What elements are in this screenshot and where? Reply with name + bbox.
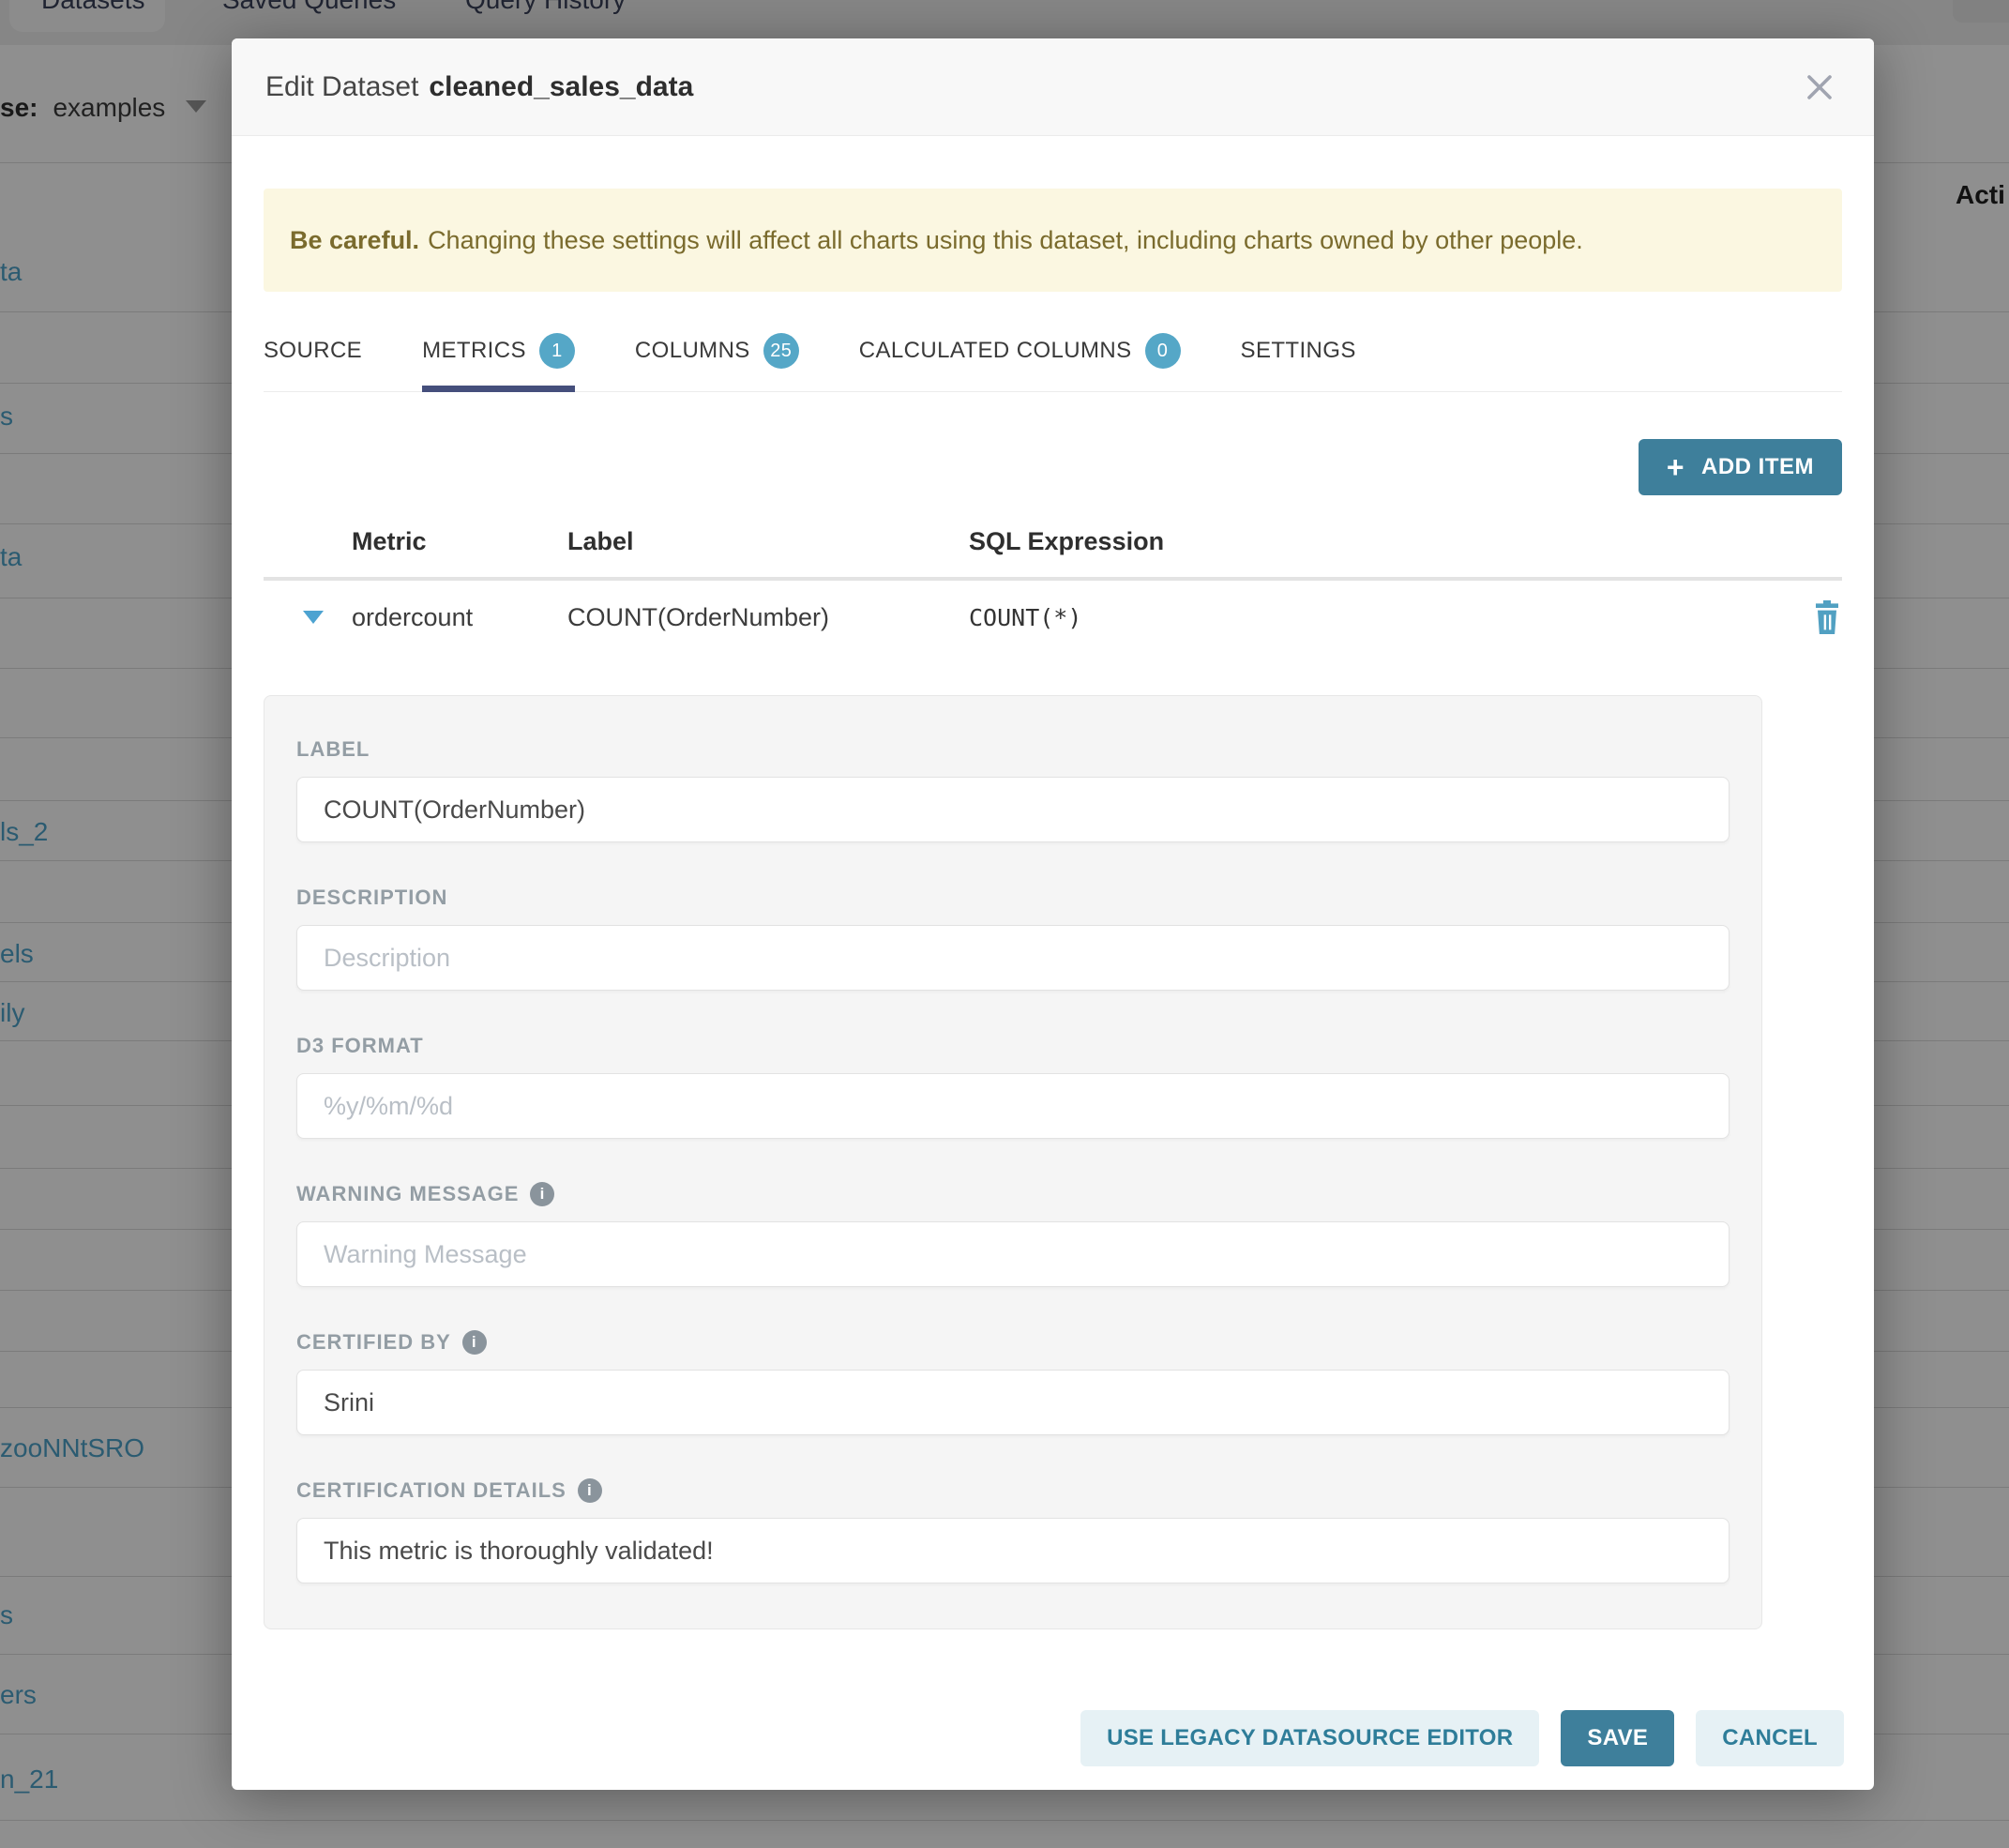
tab-label: CALCULATED COLUMNS	[859, 338, 1132, 364]
d3-format-input[interactable]	[296, 1073, 1730, 1139]
expand-caret-icon[interactable]	[303, 611, 324, 624]
info-icon[interactable]: i	[530, 1182, 554, 1206]
description-field-group: DESCRIPTION	[296, 886, 1730, 991]
metrics-count-badge: 1	[539, 333, 575, 369]
metrics-table: Metric Label SQL Expression ordercount C…	[264, 527, 1842, 654]
modal-footer: USE LEGACY DATASOURCE EDITOR SAVE CANCEL	[232, 1687, 1874, 1790]
header-label: Label	[567, 527, 969, 556]
metric-sql: COUNT(*)	[969, 604, 1776, 631]
certification-details-input[interactable]	[296, 1518, 1730, 1583]
tab-source[interactable]: SOURCE	[264, 333, 362, 392]
metric-detail-panel: LABEL DESCRIPTION D3 FORMAT WARNING MESS…	[264, 695, 1762, 1629]
add-item-row: + ADD ITEM	[264, 439, 1842, 495]
label-field-group: LABEL	[296, 737, 1730, 842]
d3-format-field-group: D3 FORMAT	[296, 1034, 1730, 1139]
header-sql-expression: SQL Expression	[969, 527, 1776, 556]
warning-banner: Be careful. Changing these settings will…	[264, 189, 1842, 292]
calculated-columns-count-badge: 0	[1145, 333, 1181, 369]
use-legacy-datasource-editor-button[interactable]: USE LEGACY DATASOURCE EDITOR	[1080, 1710, 1539, 1766]
certified-by-input[interactable]	[296, 1370, 1730, 1435]
warning-message-input[interactable]	[296, 1221, 1730, 1287]
tab-metrics[interactable]: METRICS 1	[422, 333, 575, 392]
d3-format-field-label: D3 FORMAT	[296, 1034, 1730, 1058]
add-item-button[interactable]: + ADD ITEM	[1639, 439, 1842, 495]
plus-icon: +	[1667, 452, 1684, 482]
modal-title-prefix: Edit Dataset	[265, 71, 418, 102]
certified-by-field-group: CERTIFIED BY i	[296, 1330, 1730, 1435]
warning-banner-bold: Be careful.	[290, 226, 419, 255]
modal-title: Edit Dataset cleaned_sales_data	[265, 71, 693, 103]
edit-dataset-modal: Edit Dataset cleaned_sales_data Be carefu…	[232, 38, 1874, 1790]
save-button[interactable]: SAVE	[1561, 1710, 1674, 1766]
certified-by-field-label: CERTIFIED BY i	[296, 1330, 1730, 1355]
metrics-table-header: Metric Label SQL Expression	[264, 527, 1842, 581]
info-icon[interactable]: i	[578, 1478, 602, 1503]
warning-banner-text: Changing these settings will affect all …	[428, 226, 1583, 255]
close-icon[interactable]	[1799, 67, 1840, 108]
modal-tab-bar: SOURCE METRICS 1 COLUMNS 25 CALCULATED C…	[264, 333, 1842, 392]
tab-calculated-columns[interactable]: CALCULATED COLUMNS 0	[859, 333, 1181, 392]
add-item-label: ADD ITEM	[1701, 454, 1814, 480]
warning-message-field-group: WARNING MESSAGE i	[296, 1182, 1730, 1287]
label-field-label: LABEL	[296, 737, 1730, 762]
label-input[interactable]	[296, 777, 1730, 842]
columns-count-badge: 25	[763, 333, 799, 369]
tab-label: METRICS	[422, 338, 526, 364]
description-field-label: DESCRIPTION	[296, 886, 1730, 910]
modal-title-dataset-name: cleaned_sales_data	[429, 71, 693, 102]
metric-label: COUNT(OrderNumber)	[567, 603, 969, 632]
certification-details-field-label: CERTIFICATION DETAILS i	[296, 1478, 1730, 1503]
description-input[interactable]	[296, 925, 1730, 991]
tab-label: SETTINGS	[1241, 338, 1356, 364]
tab-settings[interactable]: SETTINGS	[1241, 333, 1356, 392]
metric-row: ordercount COUNT(OrderNumber) COUNT(*)	[264, 581, 1842, 654]
info-icon[interactable]: i	[462, 1330, 487, 1355]
delete-metric-icon[interactable]	[1812, 600, 1842, 634]
tab-label: SOURCE	[264, 338, 362, 364]
tab-columns[interactable]: COLUMNS 25	[635, 333, 799, 392]
tab-label: COLUMNS	[635, 338, 750, 364]
modal-header: Edit Dataset cleaned_sales_data	[232, 38, 1874, 136]
header-metric: Metric	[352, 527, 567, 556]
certification-details-field-group: CERTIFICATION DETAILS i	[296, 1478, 1730, 1583]
warning-message-field-label: WARNING MESSAGE i	[296, 1182, 1730, 1206]
metric-name: ordercount	[352, 603, 567, 632]
cancel-button[interactable]: CANCEL	[1696, 1710, 1844, 1766]
